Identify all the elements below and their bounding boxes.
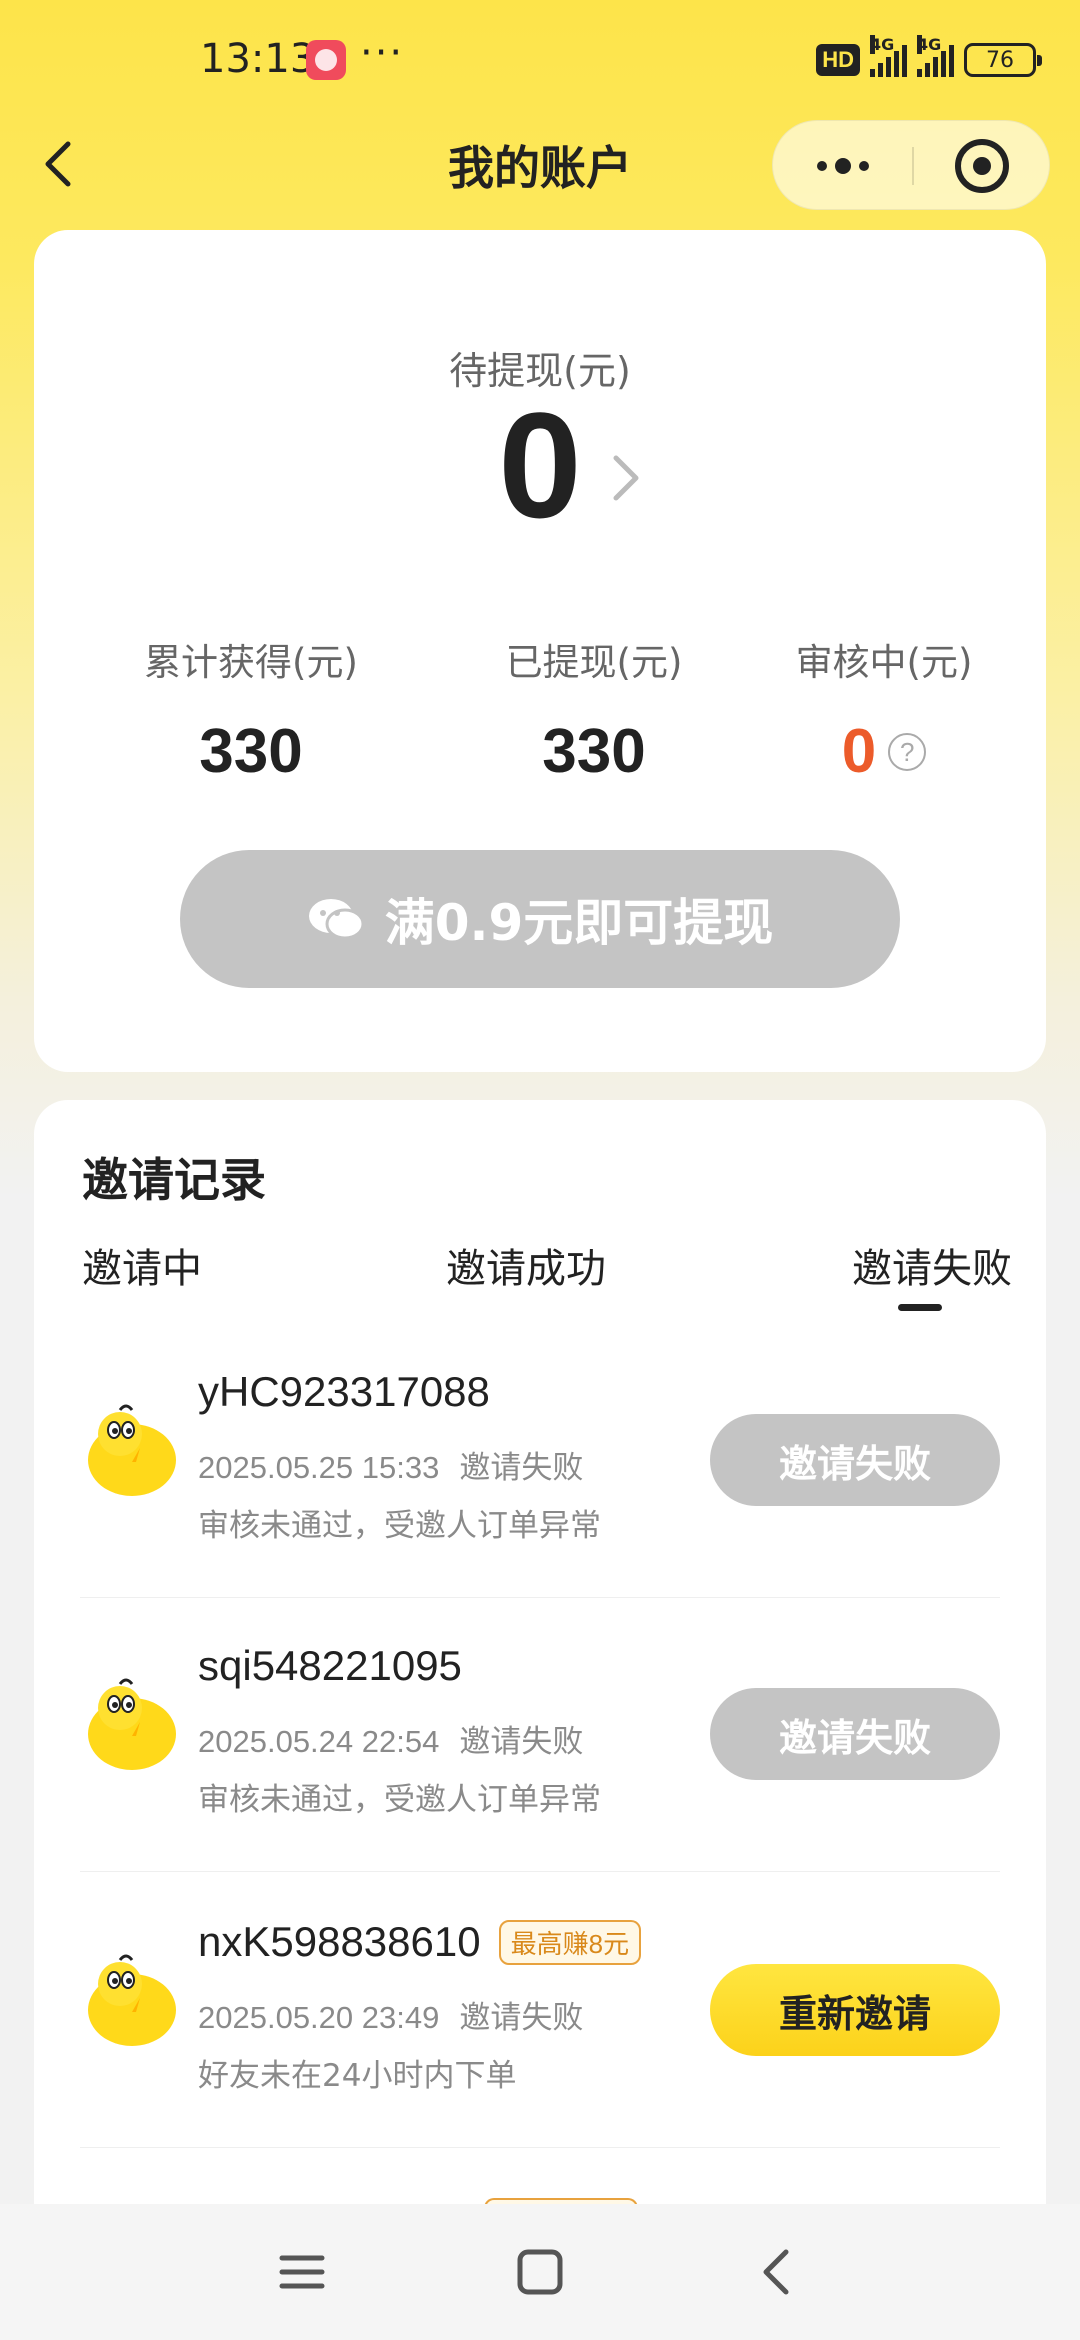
tab-inviting[interactable]: 邀请中 xyxy=(82,1236,202,1294)
question-circle-icon[interactable]: ? xyxy=(888,732,927,771)
stat-value: 330 xyxy=(199,717,303,786)
stat-label: 审核中(元) xyxy=(795,641,973,684)
stat-value: 0 xyxy=(841,717,877,786)
chick-avatar-icon xyxy=(88,1404,176,1496)
record-meta: 2025.05.24 22:54 邀请失败 xyxy=(198,1716,583,1761)
active-tab-indicator xyxy=(898,1304,942,1311)
record-time: 2025.05.20 23:49 xyxy=(198,2000,440,2035)
list-item: sqi548221095 2025.05.24 22:54 邀请失败 审核未通过，… xyxy=(80,1632,1000,1872)
stat-label: 已提现(元) xyxy=(505,641,683,684)
record-time: 2025.05.24 22:54 xyxy=(198,1724,440,1759)
invitee-name: nxK598838610 xyxy=(198,1918,481,1965)
status-time: 13:13 xyxy=(200,36,316,82)
more-dots-icon[interactable] xyxy=(773,121,912,211)
record-reason: 审核未通过，受邀人订单异常 xyxy=(198,1782,601,1818)
max-earn-badge: 最高赚8元 xyxy=(498,1919,642,1965)
network-type: 4G xyxy=(870,35,895,54)
record-time: 2025.05.25 15:33 xyxy=(198,1450,440,1485)
network-type: 4G xyxy=(917,35,942,54)
list-item: nxK598838610 最高赚8元 2025.05.20 23:49 邀请失败 好… xyxy=(80,1908,1000,2148)
hd-badge: HD xyxy=(816,44,860,76)
stat-withdrawn: 已提现(元) 330 xyxy=(429,632,759,787)
invite-failed-button: 邀请失败 xyxy=(710,1688,1000,1780)
chevron-right-icon[interactable] xyxy=(606,448,646,508)
nav-bar: 我的账户 xyxy=(0,118,1080,210)
divider xyxy=(80,1597,1000,1598)
record-meta: 2025.05.20 23:49 邀请失败 xyxy=(198,1992,583,2037)
battery-level: 76 xyxy=(986,47,1014,73)
divider xyxy=(80,2147,1000,2148)
invite-records-card: 邀请记录 邀请中 邀请成功 邀请失败 yHC923317088 2025.05.… xyxy=(34,1100,1046,2340)
back-icon[interactable] xyxy=(746,2240,810,2304)
status-indicators: HD 4G 4G 76 xyxy=(816,35,1042,80)
tab-invite-failed[interactable]: 邀请失败 xyxy=(852,1236,1012,1294)
status-bar: 13:13 ··· HD 4G 4G 76 xyxy=(0,0,1080,125)
home-icon[interactable] xyxy=(508,2240,572,2304)
stat-value-row: 0? xyxy=(719,716,1049,787)
balance-card: 待提现(元) 0 累计获得(元) 330 已提现(元) 330 审核中(元) 0… xyxy=(34,230,1046,1072)
record-reason: 好友未在24小时内下单 xyxy=(198,2058,517,2094)
battery-icon: 76 xyxy=(964,43,1042,77)
invite-records-title: 邀请记录 xyxy=(82,1153,266,1207)
stat-under-review: 审核中(元) 0? xyxy=(719,632,1049,787)
withdraw-button-label: 满0.9元即可提现 xyxy=(384,894,774,952)
wechat-icon xyxy=(308,899,365,940)
invite-failed-button: 邀请失败 xyxy=(710,1414,1000,1506)
mini-program-capsule xyxy=(772,120,1050,210)
invitee-name-row: sqi548221095 xyxy=(198,1642,462,1690)
signal-icon: 4G xyxy=(870,35,907,77)
page: 13:13 ··· HD 4G 4G 76 我的账户 待提现(元) 0 累计获得… xyxy=(0,0,1080,2340)
record-status: 邀请失败 xyxy=(459,2000,584,2036)
pending-withdraw-value[interactable]: 0 xyxy=(34,390,1046,540)
signal-icon: 4G xyxy=(917,35,954,77)
menu-icon[interactable] xyxy=(270,2240,334,2304)
list-item: yHC923317088 2025.05.25 15:33 邀请失败 审核未通过，… xyxy=(80,1358,1000,1598)
stat-total-earned: 累计获得(元) 330 xyxy=(86,632,416,787)
record-reason: 审核未通过，受邀人订单异常 xyxy=(198,1508,601,1544)
chick-avatar-icon xyxy=(88,1954,176,2046)
record-status: 邀请失败 xyxy=(459,1450,584,1486)
record-meta: 2025.05.25 15:33 邀请失败 xyxy=(198,1442,583,1487)
notification-app-icon xyxy=(306,40,346,80)
chick-avatar-icon xyxy=(88,1678,176,1770)
invitee-name: yHC923317088 xyxy=(198,1368,490,1415)
target-circle-icon[interactable] xyxy=(912,121,1051,211)
stat-label: 累计获得(元) xyxy=(144,641,358,684)
status-more-dots: ··· xyxy=(360,30,405,76)
reinvite-button[interactable]: 重新邀请 xyxy=(710,1964,1000,2056)
stat-value: 330 xyxy=(542,717,646,786)
divider xyxy=(80,1871,1000,1872)
record-status: 邀请失败 xyxy=(459,1724,584,1760)
invitee-name-row: nxK598838610 最高赚8元 xyxy=(198,1918,642,1966)
invitee-name: sqi548221095 xyxy=(198,1642,462,1689)
invitee-name-row: yHC923317088 xyxy=(198,1368,490,1416)
system-nav-bar xyxy=(0,2204,1080,2340)
tab-invite-success[interactable]: 邀请成功 xyxy=(446,1236,606,1294)
withdraw-button[interactable]: 满0.9元即可提现 xyxy=(180,850,900,988)
